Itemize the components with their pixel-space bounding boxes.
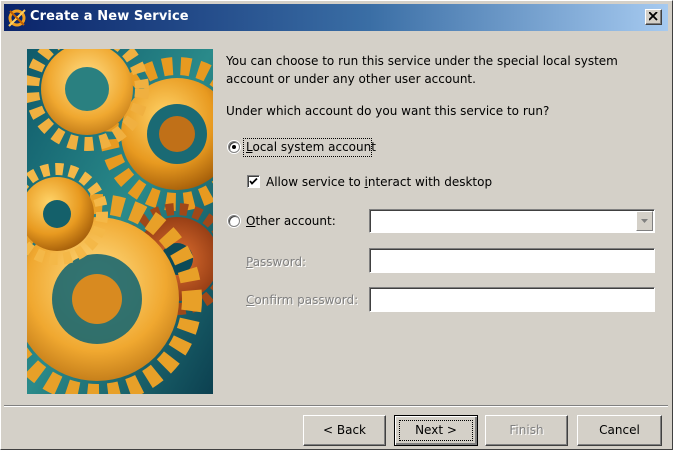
back-button[interactable]: < Back <box>303 415 386 446</box>
local-system-label[interactable]: Local system account <box>246 140 376 154</box>
confirm-password-field[interactable] <box>369 287 655 312</box>
finish-button-label: Finish <box>509 423 544 437</box>
account-question: Under which account do you want this ser… <box>226 104 550 118</box>
close-icon <box>649 12 658 21</box>
password-label-rest: assword: <box>252 255 307 269</box>
service-wizard-icon <box>8 9 26 27</box>
interact-label-a: Allow service to <box>266 175 365 189</box>
confirm-password-label: Confirm password: <box>246 293 358 307</box>
password-field[interactable] <box>369 248 655 273</box>
radio-selected-dot <box>232 145 236 149</box>
dialog-window: Create a New Service You can choose to r… <box>0 0 673 450</box>
window-title: Create a New Service <box>30 9 189 24</box>
combobox-dropdown-button[interactable] <box>636 211 653 231</box>
checkmark-icon <box>249 177 258 185</box>
next-button[interactable]: Next > <box>394 415 478 446</box>
cancel-button-label: Cancel <box>599 423 640 437</box>
gears-illustration <box>27 49 213 394</box>
other-account-label[interactable]: Other account: <box>246 214 336 228</box>
local-system-radio[interactable] <box>228 141 240 153</box>
other-account-radio[interactable] <box>228 215 240 227</box>
intro-text-line2: account or under any other user account. <box>226 72 476 86</box>
button-separator <box>4 405 668 407</box>
back-button-label: < Back <box>322 423 366 437</box>
intro-text-line1: You can choose to run this service under… <box>226 54 618 68</box>
cancel-button[interactable]: Cancel <box>577 415 662 446</box>
other-account-combobox[interactable] <box>369 209 655 233</box>
close-button[interactable] <box>645 9 662 25</box>
other-account-label-rest: ther account: <box>255 214 336 228</box>
accesskey-p: P <box>246 255 253 269</box>
finish-button[interactable]: Finish <box>485 415 568 446</box>
password-label: Password: <box>246 255 306 269</box>
next-focus-rect <box>399 420 473 441</box>
interact-label-b: nteract with desktop <box>367 175 493 189</box>
confirm-password-label-rest: onfirm password: <box>254 293 359 307</box>
local-system-label-rest: ocal system account <box>252 140 376 154</box>
chevron-down-icon <box>641 219 648 223</box>
interact-desktop-checkbox[interactable] <box>247 175 260 188</box>
title-bar[interactable]: Create a New Service <box>4 4 668 31</box>
interact-desktop-label[interactable]: Allow service to interact with desktop <box>266 175 492 189</box>
